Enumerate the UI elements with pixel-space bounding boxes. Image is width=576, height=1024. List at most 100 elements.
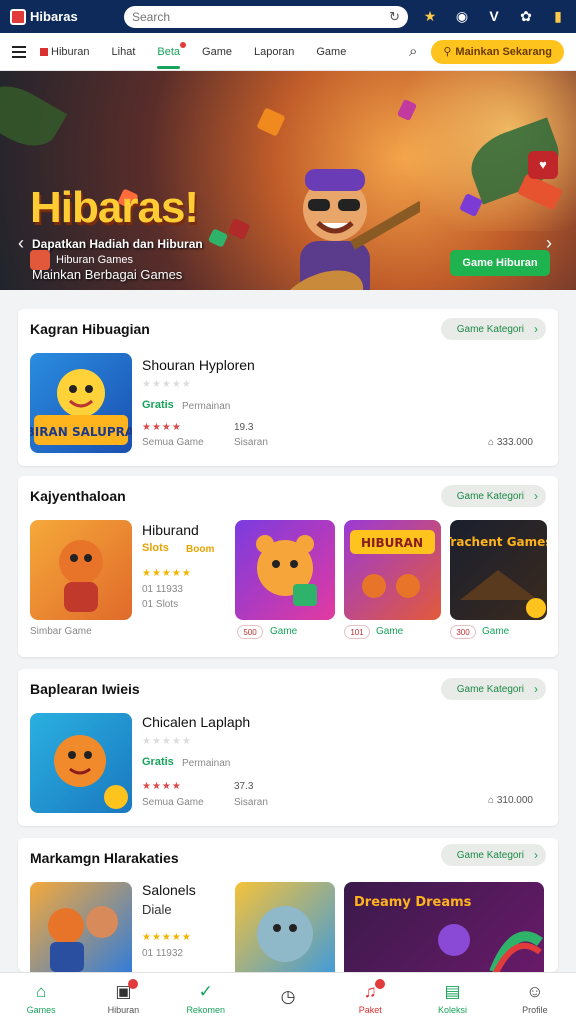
- menu-icon[interactable]: [12, 45, 26, 58]
- bottom-navigation: ⌂ Games ▣ Hiburan ✓ Rekomen ◷ ♫ Paket ▤ …: [0, 972, 576, 1024]
- tile-badge: 300: [450, 625, 476, 639]
- star-icon[interactable]: ★: [422, 8, 438, 25]
- bottom-nav-hiburan[interactable]: ▣ Hiburan: [82, 973, 164, 1024]
- meta-label: Sisaran: [234, 797, 268, 808]
- favorite-icon[interactable]: ♥: [528, 151, 558, 179]
- bookmark-icon[interactable]: ▮: [550, 8, 566, 25]
- bottom-nav-koleksi[interactable]: ▤ Koleksi: [411, 973, 493, 1024]
- game-tile-1[interactable]: [235, 520, 335, 620]
- user-icon: ☺: [526, 982, 544, 1001]
- v-icon[interactable]: V: [486, 8, 502, 25]
- hero-cta-button[interactable]: Game Hiburan: [450, 250, 550, 276]
- dreamy-game-image: Dreamy Dreams: [354, 895, 544, 972]
- free-sub-label: Permainan: [182, 401, 231, 412]
- check-icon: ✓: [198, 982, 213, 1001]
- top-app-bar: Hibaras ↻ ★ ◉ V ✿ ▮: [0, 0, 576, 33]
- price: ⌂ 310.000: [488, 795, 533, 806]
- carousel-prev-icon[interactable]: ‹: [18, 233, 24, 254]
- rating-stars: ★★★★★: [142, 379, 192, 390]
- tile-label: Game: [482, 626, 510, 637]
- section-card-4: Markamgn Hlarakaties Game Kategori › Salo…: [18, 838, 558, 972]
- game-title[interactable]: Salonels: [142, 882, 196, 898]
- see-more-button[interactable]: Game Kategori ›: [440, 678, 546, 700]
- bottom-nav-profile[interactable]: ☺ Profile: [494, 973, 576, 1024]
- camera-icon[interactable]: ◉: [454, 8, 470, 25]
- bottom-nav-rekomen[interactable]: ✓ Rekomen: [165, 973, 247, 1024]
- game-art-image: MIBIRAN SALUPRANS: [30, 369, 132, 445]
- section-card-3: Baplearan Iwieis Game Kategori › Chicalen…: [18, 669, 558, 826]
- free-sub-label: Permainan: [182, 758, 231, 769]
- game-thumbnail[interactable]: MIBIRAN SALUPRANS: [30, 353, 132, 453]
- chevron-right-icon: ›: [534, 489, 538, 503]
- game-title[interactable]: Shouran Hyploren: [142, 357, 255, 373]
- section-title: Markamgn Hlarakaties: [30, 850, 179, 866]
- meta-value: 01 11933: [142, 584, 183, 595]
- hero-title: Hibaras!: [30, 183, 199, 232]
- meta-value: 19.3: [234, 422, 254, 433]
- hiburan-game-image: HIBURAN: [350, 530, 435, 598]
- section-title: Baplearan Iwieis: [30, 681, 140, 697]
- game-thumbnail[interactable]: [30, 882, 132, 972]
- section-card-1: Kagran Hibuagian Game Kategori› MIBIRAN …: [18, 309, 558, 466]
- nav-item-hiburan[interactable]: Hiburan: [40, 33, 90, 71]
- svg-text:Trachent Games: Trachent Games: [450, 535, 547, 549]
- game-thumbnail[interactable]: [30, 713, 132, 813]
- svg-text:HIBURAN: HIBURAN: [361, 536, 423, 550]
- puzzle-icon[interactable]: ✿: [518, 8, 534, 25]
- tile-label: Game: [376, 626, 404, 637]
- play-now-button[interactable]: ⚲ Mainkan Sekarang: [431, 39, 564, 64]
- game-tag: Diale: [142, 902, 172, 917]
- rating-text: Semua Game: [142, 437, 204, 448]
- rating-stars-red: ★★★★: [142, 781, 182, 792]
- notification-badge: [128, 979, 139, 989]
- bottom-nav-paket[interactable]: ♫ Paket: [329, 973, 411, 1024]
- svg-text:MIBIRAN SALUPRANS: MIBIRAN SALUPRANS: [30, 425, 132, 439]
- meta-value: 37.3: [234, 781, 254, 792]
- free-label: Gratis: [142, 756, 174, 768]
- nav-item-game-2[interactable]: Game: [316, 33, 346, 71]
- free-label: Gratis: [142, 399, 174, 411]
- notification-badge: [375, 979, 386, 989]
- search-input[interactable]: [132, 9, 362, 24]
- see-more-button[interactable]: Game Kategori ›: [440, 318, 546, 340]
- nav-item-lihat[interactable]: Lihat: [112, 33, 136, 71]
- see-more-button[interactable]: Game Kategori ›: [440, 485, 546, 507]
- game-icon: [30, 250, 50, 270]
- hero-subtitle: Dapatkan Hadiah dan Hiburan: [32, 237, 203, 251]
- game-tile-2[interactable]: HIBURAN: [344, 520, 441, 620]
- bag-icon: ▤: [444, 982, 461, 1001]
- nav-item-game[interactable]: Game: [202, 33, 232, 71]
- section-title: Kajyenthaloan: [30, 488, 126, 504]
- app-logo[interactable]: Hibaras: [10, 8, 120, 25]
- game-tile-1[interactable]: [235, 882, 335, 972]
- bottom-nav-clock[interactable]: ◷: [247, 973, 329, 1024]
- game-tile-3[interactable]: Trachent Games: [450, 520, 547, 620]
- hero-badge[interactable]: Hiburan Games: [30, 250, 133, 270]
- tile-badge: 500: [237, 625, 263, 639]
- nav-item-beta[interactable]: Beta: [157, 33, 187, 71]
- tile-label: Game: [270, 626, 298, 637]
- nav-item-laporan[interactable]: Laporan: [254, 33, 294, 71]
- game-tag-2: Boom: [186, 544, 215, 555]
- bell-icon: ⚲: [443, 46, 452, 58]
- meta-label: 01 Slots: [142, 599, 179, 610]
- see-more-button[interactable]: Game Kategori ›: [440, 844, 546, 866]
- section-card-2: Kajyenthaloan Game Kategori › Hiburand Sl…: [18, 476, 558, 657]
- navigation-bar: Hiburan Lihat Beta Game Laporan Game ⌕ ⚲…: [0, 33, 576, 71]
- section-title: Kagran Hibuagian: [30, 321, 150, 337]
- bottom-nav-games[interactable]: ⌂ Games: [0, 973, 82, 1024]
- game-thumbnail[interactable]: [30, 520, 132, 620]
- game-title[interactable]: Hiburand: [142, 522, 199, 538]
- search-icon[interactable]: ⌕: [409, 43, 417, 60]
- app-name: Hibaras: [30, 9, 78, 24]
- game-art-image: [48, 906, 118, 972]
- refresh-icon[interactable]: ↻: [389, 9, 400, 25]
- tile-badge: 101: [344, 625, 370, 639]
- meta-label: Sisaran: [234, 437, 268, 448]
- rating-stars: ★★★★★: [142, 736, 192, 747]
- game-title[interactable]: Chicalen Laplaph: [142, 714, 250, 730]
- game-art-image: [54, 735, 128, 809]
- game-tile-2[interactable]: Dreamy Dreams: [344, 882, 544, 972]
- rating-stars-red: ★★★★: [142, 422, 182, 433]
- search-box[interactable]: ↻: [124, 5, 408, 28]
